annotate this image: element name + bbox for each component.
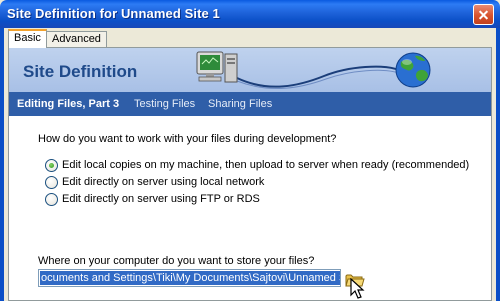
site-definition-dialog: Site Definition for Unnamed Site 1 Basic… (0, 0, 500, 301)
window-title: Site Definition for Unnamed Site 1 (7, 6, 220, 21)
option-label: Edit directly on server using local netw… (62, 176, 265, 188)
wizard-header: Site Definition (9, 48, 491, 92)
tab-advanced[interactable]: Advanced (46, 31, 107, 47)
window-border-left (0, 28, 4, 301)
tab-panel-basic: Site Definition Editing Files, Part 3 Te… (8, 47, 492, 301)
window-border-right (496, 28, 500, 301)
work-method-question: How do you want to work with your files … (38, 133, 337, 145)
tab-basic[interactable]: Basic (8, 29, 47, 48)
title-bar[interactable]: Site Definition for Unnamed Site 1 (0, 0, 500, 28)
local-folder-input[interactable]: ocuments and Settings\Tiki\My Documents\… (38, 269, 341, 287)
globe-icon (395, 52, 431, 88)
step-testing-files: Testing Files (134, 98, 196, 110)
computer-icon (196, 51, 238, 83)
wizard-steps: Editing Files, Part 3 Testing Files Shar… (9, 92, 491, 116)
radio-button[interactable] (45, 176, 58, 189)
step-editing-files: Editing Files, Part 3 (17, 98, 120, 110)
mouse-pointer-icon (350, 278, 365, 299)
radio-button[interactable] (45, 193, 58, 206)
close-button[interactable] (473, 4, 494, 25)
local-folder-path: ocuments and Settings\Tiki\My Documents\… (40, 271, 340, 285)
option-label: Edit directly on server using FTP or RDS (62, 193, 260, 205)
radio-button[interactable] (45, 159, 58, 172)
step-sharing-files: Sharing Files (208, 98, 273, 110)
header-illustration (196, 51, 431, 90)
store-location-question: Where on your computer do you want to st… (38, 255, 315, 267)
option-label: Edit local copies on my machine, then up… (62, 159, 470, 171)
header-title: Site Definition (23, 62, 138, 81)
